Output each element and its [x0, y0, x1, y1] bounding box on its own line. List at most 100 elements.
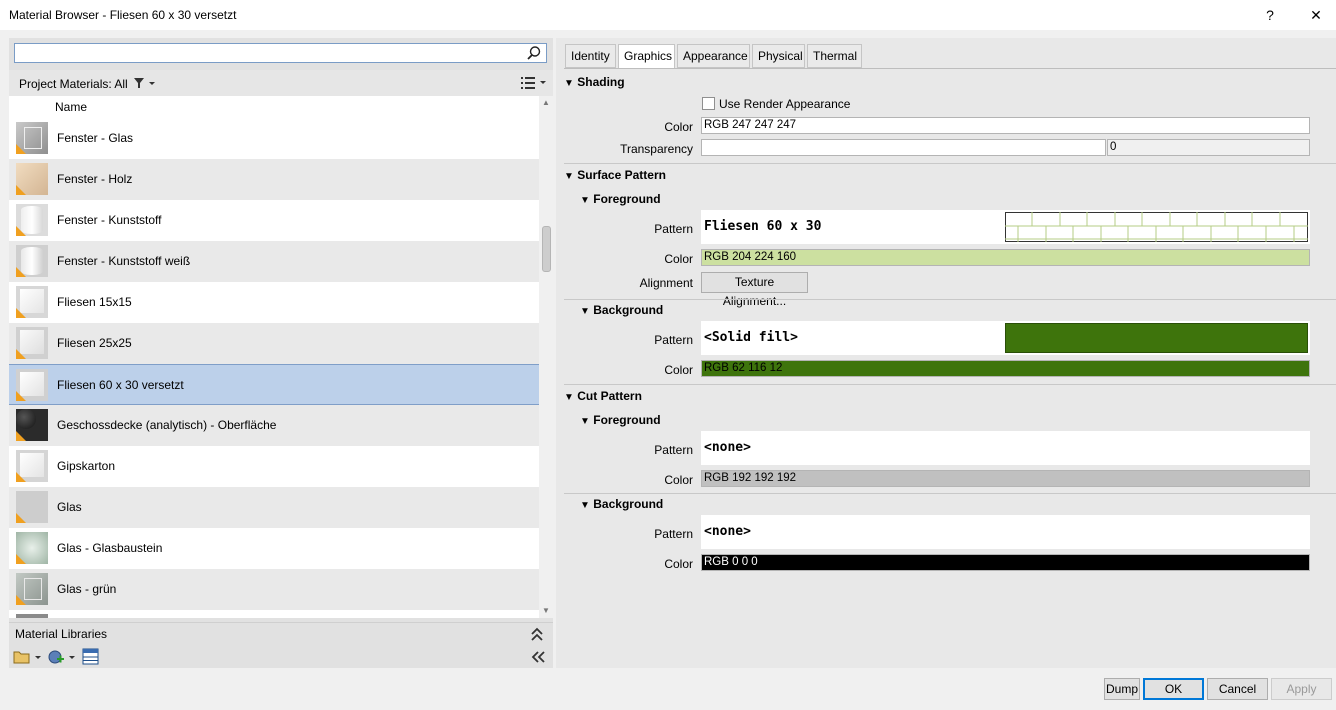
- white-cylinder-icon: [16, 204, 48, 236]
- cut-foreground-header[interactable]: ▼ Foreground: [580, 413, 661, 427]
- surface-bg-pattern-name: <Solid fill>: [704, 330, 798, 345]
- surface-foreground-title: Foreground: [593, 192, 661, 206]
- scroll-up-icon[interactable]: ▲: [541, 98, 551, 108]
- use-render-appearance-checkbox[interactable]: [702, 97, 715, 110]
- white-cube-icon: [16, 450, 48, 482]
- create-material-icon[interactable]: [47, 648, 77, 666]
- collapse-triangle-icon[interactable]: ▼: [564, 171, 574, 182]
- material-row[interactable]: Glas: [9, 487, 539, 528]
- grey-square-icon: [16, 491, 48, 523]
- surface-pattern-section-header[interactable]: ▼ Surface Pattern: [564, 168, 666, 182]
- material-label: Geschossdecke (analytisch) - Oberfläche: [57, 418, 277, 432]
- white-cylinder-icon: [16, 245, 48, 277]
- collapse-triangle-icon[interactable]: ▼: [580, 195, 590, 206]
- material-row[interactable]: Glas - Glasbaustein: [9, 528, 539, 569]
- material-label: Fenster - Kunststoff weiß: [57, 254, 191, 268]
- texture-alignment-button[interactable]: Texture Alignment...: [701, 272, 808, 308]
- tab-identity[interactable]: Identity: [565, 44, 616, 68]
- ok-button[interactable]: OK: [1143, 678, 1204, 700]
- alignment-label: Alignment: [639, 276, 693, 290]
- library-folder-icon[interactable]: [13, 649, 43, 665]
- solid-fill-preview: [1005, 323, 1308, 353]
- cancel-button[interactable]: Cancel: [1207, 678, 1268, 700]
- material-row-partial: [9, 610, 539, 618]
- surface-fg-pattern-selector[interactable]: Fliesen 60 x 30: [701, 210, 1310, 244]
- library-toolbar: [9, 645, 553, 668]
- surface-fg-color-field[interactable]: RGB 204 224 160: [701, 249, 1310, 266]
- filter-icon[interactable]: [133, 77, 157, 89]
- collapse-left-icon[interactable]: [529, 649, 547, 665]
- search-input[interactable]: [14, 43, 547, 63]
- material-row[interactable]: Fliesen 15x15: [9, 282, 539, 323]
- surface-bg-color-field[interactable]: RGB 62 116 12: [701, 360, 1310, 377]
- cut-bg-color-field[interactable]: RGB 0 0 0: [701, 554, 1310, 571]
- cut-bg-pattern-selector[interactable]: <none>: [701, 515, 1310, 549]
- cut-fg-color-label: Color: [664, 473, 693, 487]
- tab-divider: [564, 68, 1336, 69]
- white-cube-icon: [16, 327, 48, 359]
- glass-cube-icon: [16, 122, 48, 154]
- search-icon[interactable]: [526, 45, 542, 61]
- material-label: Glas - Glasbaustein: [57, 541, 163, 555]
- collapse-triangle-icon[interactable]: ▼: [580, 416, 590, 427]
- glass-cube-icon: [16, 573, 48, 605]
- tab-appearance[interactable]: Appearance: [677, 44, 750, 68]
- surface-background-header[interactable]: ▼ Background: [580, 303, 663, 317]
- material-label: Fliesen 60 x 30 versetzt: [57, 378, 184, 392]
- tile-pattern-preview: [1005, 212, 1308, 242]
- tab-thermal[interactable]: Thermal: [807, 44, 862, 68]
- section-divider: [564, 493, 1336, 494]
- transparency-slider[interactable]: [701, 139, 1106, 156]
- material-row[interactable]: Fenster - Kunststoff: [9, 200, 539, 241]
- collapse-triangle-icon[interactable]: ▼: [564, 392, 574, 403]
- white-cube-icon: [16, 286, 48, 318]
- material-row[interactable]: Fliesen 25x25: [9, 323, 539, 364]
- material-label: Gipskarton: [57, 459, 116, 473]
- material-label: Fenster - Glas: [57, 131, 134, 145]
- tab-graphics[interactable]: Graphics: [618, 44, 675, 69]
- shading-color-field[interactable]: RGB 247 247 247: [701, 117, 1310, 134]
- material-row-selected[interactable]: Fliesen 60 x 30 versetzt: [9, 364, 539, 405]
- title-bar: Material Browser - Fliesen 60 x 30 verse…: [0, 0, 1336, 30]
- glass-block-icon: [16, 532, 48, 564]
- surface-pattern-title: Surface Pattern: [577, 168, 666, 182]
- collapse-triangle-icon[interactable]: ▼: [580, 500, 590, 511]
- surface-bg-pattern-selector[interactable]: <Solid fill>: [701, 321, 1310, 355]
- cut-bg-pattern-name: <none>: [704, 524, 751, 539]
- cut-pattern-section-header[interactable]: ▼ Cut Pattern: [564, 389, 642, 403]
- collapse-triangle-icon[interactable]: ▼: [564, 78, 574, 89]
- expand-up-icon[interactable]: [529, 626, 545, 642]
- material-row[interactable]: Glas - grün: [9, 569, 539, 610]
- collapse-triangle-icon[interactable]: ▼: [580, 306, 590, 317]
- cut-background-header[interactable]: ▼ Background: [580, 497, 663, 511]
- material-row[interactable]: Fenster - Holz: [9, 159, 539, 200]
- surface-bg-pattern-label: Pattern: [654, 333, 693, 347]
- apply-button[interactable]: Apply: [1271, 678, 1332, 700]
- material-browser-pane: Project Materials: All Name Fenster - Gl…: [9, 38, 553, 668]
- surface-fg-pattern-name: Fliesen 60 x 30: [704, 219, 822, 234]
- material-row[interactable]: Fenster - Kunststoff weiß: [9, 241, 539, 282]
- name-column-header[interactable]: Name: [55, 100, 87, 114]
- shading-section-header[interactable]: ▼ Shading: [564, 75, 625, 89]
- material-row[interactable]: Geschossdecke (analytisch) - Oberfläche: [9, 405, 539, 446]
- material-libraries-bar[interactable]: Material Libraries: [9, 622, 553, 644]
- surface-foreground-header[interactable]: ▼ Foreground: [580, 192, 661, 206]
- tab-physical[interactable]: Physical: [752, 44, 805, 68]
- cut-foreground-title: Foreground: [593, 413, 661, 427]
- close-button[interactable]: ✕: [1306, 5, 1326, 25]
- scroll-down-icon[interactable]: ▼: [541, 606, 551, 616]
- scrollbar-thumb[interactable]: [542, 226, 551, 272]
- help-button[interactable]: ?: [1260, 5, 1280, 25]
- material-row[interactable]: Gipskarton: [9, 446, 539, 487]
- cut-bg-pattern-label: Pattern: [654, 527, 693, 541]
- transparency-value[interactable]: 0: [1107, 139, 1310, 156]
- cut-fg-color-field[interactable]: RGB 192 192 192: [701, 470, 1310, 487]
- section-divider: [564, 299, 1336, 300]
- view-options-icon[interactable]: [520, 76, 550, 90]
- cut-fg-pattern-name: <none>: [704, 440, 751, 455]
- cut-fg-pattern-selector[interactable]: <none>: [701, 431, 1310, 465]
- library-panel-icon[interactable]: [82, 648, 100, 666]
- dump-button[interactable]: Dump: [1104, 678, 1140, 700]
- material-row[interactable]: Fenster - Glas: [9, 118, 539, 159]
- list-scrollbar[interactable]: ▲ ▼: [539, 96, 553, 618]
